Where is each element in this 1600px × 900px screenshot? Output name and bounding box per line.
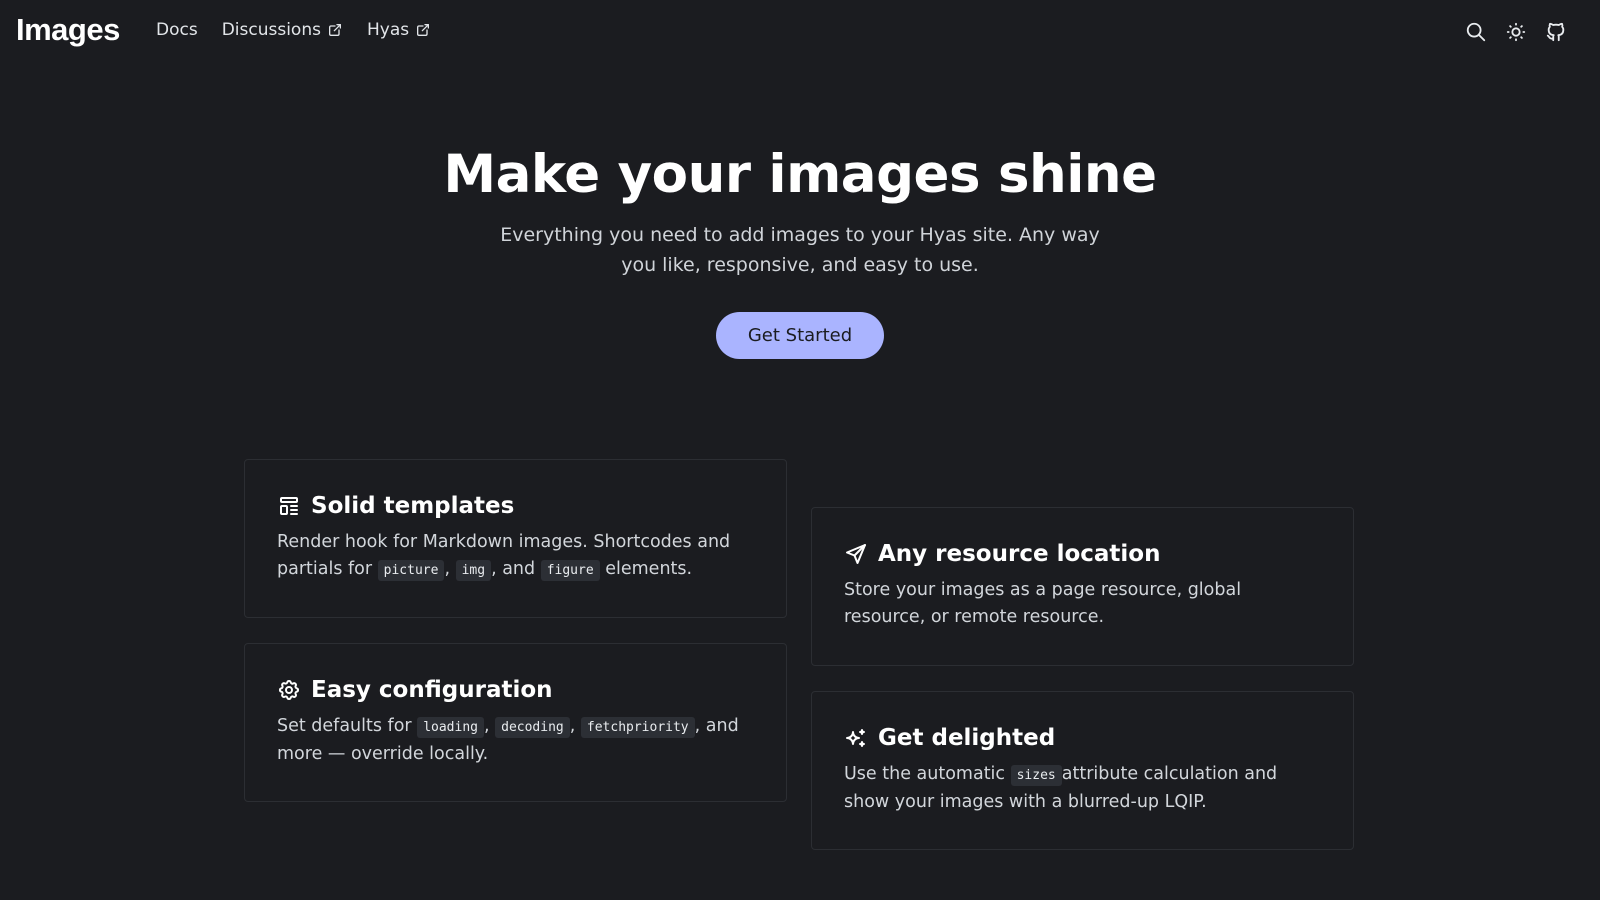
card-title: Get delighted bbox=[878, 725, 1056, 751]
gear-icon bbox=[277, 678, 301, 702]
code-picture: picture bbox=[377, 560, 445, 581]
card-header: Get delighted bbox=[844, 725, 1321, 751]
card-description: Set defaults for loading, decoding, fetc… bbox=[277, 713, 754, 768]
hero-section: Make your images shine Everything you ne… bbox=[0, 140, 1600, 359]
sparkles-icon bbox=[844, 726, 868, 750]
card-description: Use the automatic sizes attribute calcula… bbox=[844, 761, 1321, 816]
feature-card-get-delighted: Get delighted Use the automatic sizes att… bbox=[811, 691, 1354, 850]
nav-link-hyas[interactable]: Hyas bbox=[367, 20, 431, 40]
hero-subtitle: Everything you need to add images to you… bbox=[500, 224, 1100, 276]
navbar: Images Docs Discussions Hyas bbox=[0, 0, 1600, 66]
nav-link-label: Docs bbox=[156, 20, 198, 40]
template-icon bbox=[277, 494, 301, 518]
search-icon[interactable] bbox=[1464, 20, 1488, 44]
external-link-icon bbox=[417, 24, 430, 36]
feature-card-solid-templates: Solid templates Render hook for Markdown… bbox=[244, 459, 787, 618]
github-icon[interactable] bbox=[1544, 20, 1568, 44]
feature-card-resource-location: Any resource location Store your images … bbox=[811, 507, 1354, 666]
external-link-icon bbox=[328, 24, 341, 36]
nav-link-label: Discussions bbox=[221, 20, 321, 40]
text-segment: elements. bbox=[599, 559, 693, 579]
card-title: Solid templates bbox=[311, 493, 515, 519]
nav-link-docs[interactable]: Docs bbox=[156, 20, 198, 40]
text-segment: , bbox=[569, 716, 581, 736]
nav-link-label: Hyas bbox=[366, 20, 410, 40]
text-segment: , bbox=[483, 716, 496, 736]
card-title: Easy configuration bbox=[311, 677, 553, 703]
send-icon bbox=[844, 542, 868, 566]
code-img: img bbox=[455, 560, 492, 581]
card-title: Any resource location bbox=[878, 541, 1161, 567]
card-description: Render hook for Markdown images. Shortco… bbox=[277, 529, 754, 584]
card-header: Easy configuration bbox=[277, 677, 754, 703]
code-fetchpriority: fetchpriority bbox=[580, 717, 695, 738]
card-header: Solid templates bbox=[277, 493, 754, 519]
nav-icons bbox=[1464, 20, 1568, 44]
card-description: Store your images as a page resource, gl… bbox=[844, 580, 1242, 627]
feature-card-easy-configuration: Easy configuration Set defaults for load… bbox=[244, 643, 787, 802]
code-sizes: sizes bbox=[1010, 765, 1062, 786]
text-segment: Set defaults for bbox=[277, 716, 418, 736]
code-loading: loading bbox=[417, 717, 484, 738]
code-figure: figure bbox=[540, 560, 600, 581]
card-header: Any resource location bbox=[844, 541, 1321, 567]
sun-icon[interactable] bbox=[1504, 20, 1528, 44]
hero-title: Make your images shine bbox=[443, 144, 1157, 205]
nav-link-discussions[interactable]: Discussions bbox=[222, 20, 343, 40]
brand-logo[interactable]: Images bbox=[16, 12, 120, 48]
code-decoding: decoding bbox=[495, 717, 570, 738]
text-segment: Use the automatic bbox=[844, 764, 1011, 784]
text-segment: , and bbox=[491, 559, 541, 579]
text-segment: , bbox=[444, 559, 456, 579]
nav-links: Docs Discussions Hyas bbox=[156, 20, 431, 40]
get-started-button[interactable]: Get Started bbox=[715, 312, 885, 359]
